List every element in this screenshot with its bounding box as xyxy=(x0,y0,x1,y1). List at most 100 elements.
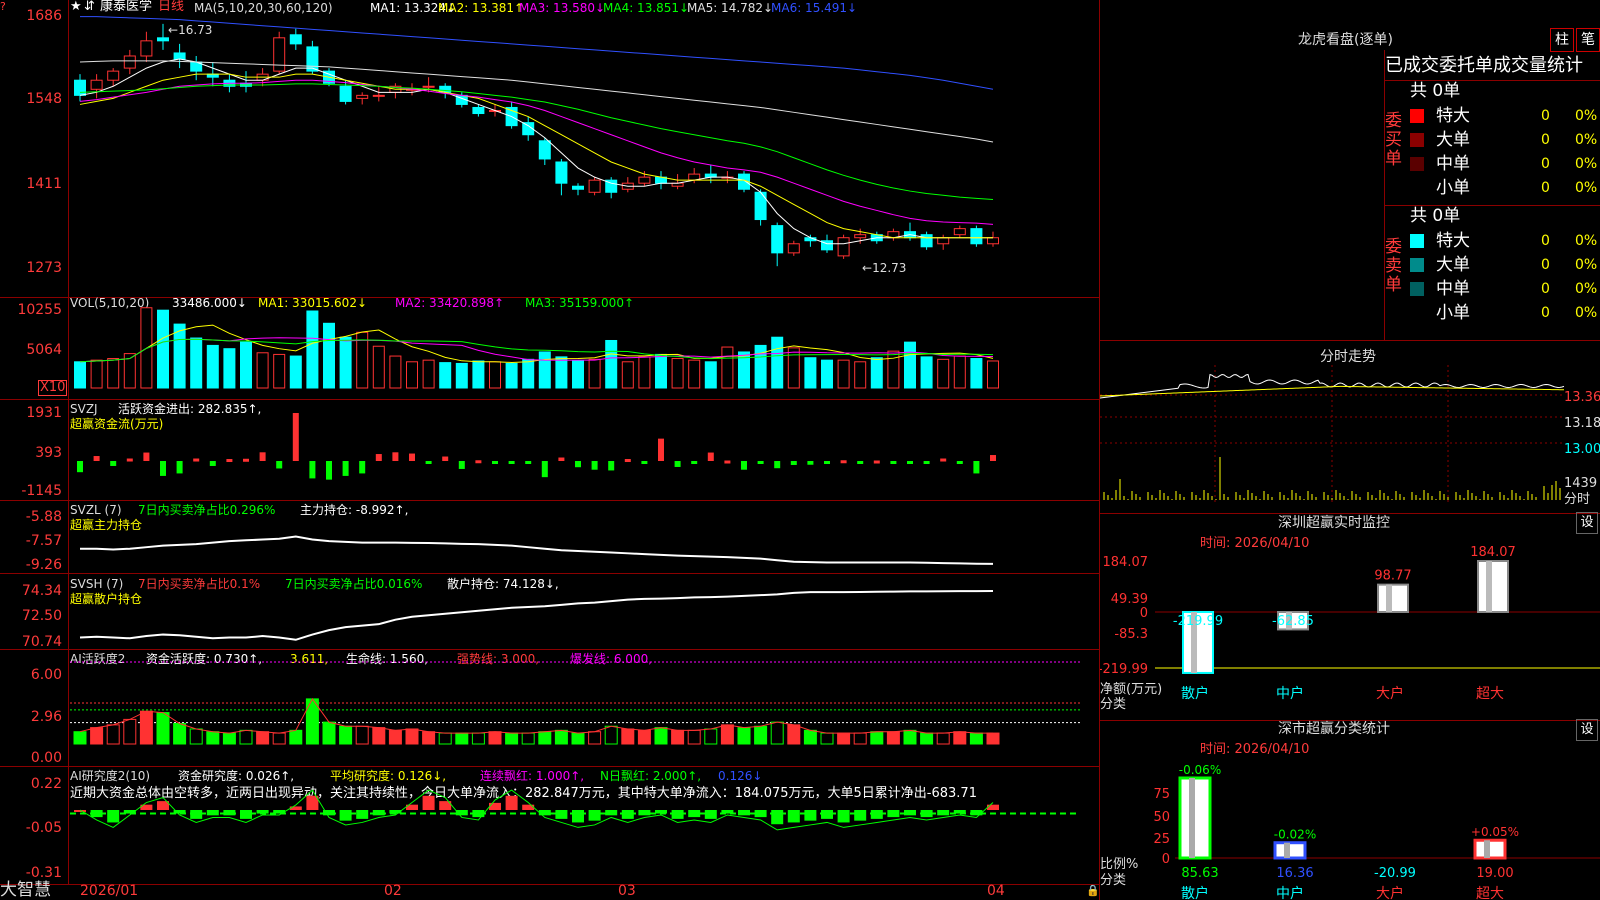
intraday-chart[interactable] xyxy=(1100,360,1590,510)
retail-hold-chart[interactable] xyxy=(0,572,1100,648)
research-bar xyxy=(107,810,120,823)
volume-bar xyxy=(605,339,618,389)
bar-mode-button[interactable]: 柱 xyxy=(1550,28,1574,52)
buy-row-pct: 0% xyxy=(1575,180,1598,196)
activity-bar xyxy=(571,732,585,745)
ma-line xyxy=(79,79,994,225)
research-bar xyxy=(472,810,485,818)
candle-body xyxy=(123,55,136,69)
research-bar xyxy=(688,810,701,818)
activity-bar xyxy=(986,732,1000,745)
price-chart[interactable] xyxy=(0,0,1100,300)
research-bar xyxy=(721,810,734,814)
buy-row-name: 特大 xyxy=(1436,106,1470,126)
activity-bar xyxy=(588,731,602,745)
monitor-category-label: 中户 xyxy=(1276,685,1304,702)
active-fund-chart[interactable] xyxy=(0,398,1100,500)
sell-row-pct: 0% xyxy=(1575,233,1598,249)
activity-bar xyxy=(820,732,834,745)
research-bar xyxy=(638,810,651,816)
activity-bar xyxy=(704,728,718,745)
sell-row-count: 0 xyxy=(1541,257,1550,273)
buy-color-swatch xyxy=(1410,109,1424,123)
research-bar xyxy=(870,810,883,819)
activity-bar xyxy=(139,710,153,745)
sz-class-chart[interactable]: 75 50 25 0 -0.06% 85.63 散户 -0.02% 16.36 中户 -20.99 大… xyxy=(1100,730,1600,900)
volume-bar xyxy=(837,359,850,389)
activity-bar xyxy=(604,725,618,745)
volume-bar xyxy=(970,358,983,389)
fund-bar xyxy=(243,458,249,462)
candle-body xyxy=(937,237,950,245)
volume-bar xyxy=(920,356,933,389)
monitor-axis-tick: 49.39 xyxy=(1111,592,1148,607)
activity-bar xyxy=(455,732,469,745)
candle-body xyxy=(472,106,485,115)
research-bar xyxy=(555,810,568,819)
buy-row-name: 中单 xyxy=(1436,154,1470,174)
class-axis-tick: 25 xyxy=(1153,832,1170,847)
pen-mode-button[interactable]: 笔 xyxy=(1576,28,1600,52)
activity-line xyxy=(79,697,993,734)
sell-color-swatch xyxy=(1410,258,1424,272)
volume-bar xyxy=(422,359,435,389)
sell-row-name: 中单 xyxy=(1436,279,1470,299)
monitor-axis-tick: -219.99 xyxy=(1100,662,1148,677)
main-hold-chart[interactable] xyxy=(0,500,1100,572)
monitor-value-label: -219.99 xyxy=(1173,614,1223,629)
activity-bar xyxy=(90,727,104,745)
sell-total: 共 0单 xyxy=(1410,206,1461,226)
sz-monitor-chart[interactable]: 184.07 49.390 -85.3 -219.99 -219.99 散户 -62.85 中… xyxy=(1100,520,1600,720)
activity-bar xyxy=(222,732,236,745)
research-bar xyxy=(821,810,833,819)
fund-bar xyxy=(641,461,648,464)
fund-bar xyxy=(176,461,183,474)
research-bar xyxy=(837,810,850,823)
volume-bar xyxy=(455,362,468,389)
class-axis-tick: 75 xyxy=(1153,787,1170,802)
research-bar xyxy=(223,810,236,816)
activity-bar xyxy=(405,728,419,745)
activity-chart[interactable] xyxy=(0,648,1100,766)
activity-bar xyxy=(471,732,485,745)
volume-bar xyxy=(621,361,634,389)
activity-bar xyxy=(156,712,170,745)
volume-bar xyxy=(655,353,667,389)
fund-bar xyxy=(292,413,299,461)
candle-body xyxy=(572,185,584,190)
activity-bar xyxy=(73,731,87,745)
candle-body xyxy=(339,85,352,102)
volume-bar xyxy=(787,347,800,389)
class-category-label: 散户 xyxy=(1181,885,1209,900)
activity-bar xyxy=(239,729,253,745)
fund-bar xyxy=(741,461,747,470)
fund-bar xyxy=(392,452,399,461)
class-axis-tick: 0 xyxy=(1162,852,1170,867)
activity-bar xyxy=(521,732,535,745)
sz-monitor-cat-label: 分类 xyxy=(1100,697,1127,712)
candle-body xyxy=(538,140,551,160)
fund-bar xyxy=(126,458,133,462)
research-chart[interactable] xyxy=(0,764,1100,882)
lock-icon[interactable]: 🔒 xyxy=(1086,884,1100,898)
volume-bar xyxy=(870,357,883,389)
buy-row-name: 小单 xyxy=(1436,178,1470,198)
activity-bar xyxy=(787,724,801,745)
fund-bar xyxy=(226,459,233,463)
sell-color-swatch xyxy=(1410,282,1424,296)
fund-bar xyxy=(558,457,565,461)
buy-row-name: 大单 xyxy=(1436,130,1470,150)
ma-line xyxy=(79,73,993,239)
date-tick: 03 xyxy=(618,883,636,899)
research-bar xyxy=(572,810,584,823)
research-bar xyxy=(605,810,618,816)
fund-bar xyxy=(724,460,731,464)
activity-bar xyxy=(505,732,519,745)
buy-row-pct: 0% xyxy=(1575,132,1598,148)
candle-body xyxy=(107,70,120,81)
activity-bar xyxy=(969,732,983,745)
volume-bar xyxy=(522,358,535,389)
volume-chart[interactable] xyxy=(0,290,1100,400)
volume-bar xyxy=(704,361,717,389)
research-bar xyxy=(671,810,684,819)
